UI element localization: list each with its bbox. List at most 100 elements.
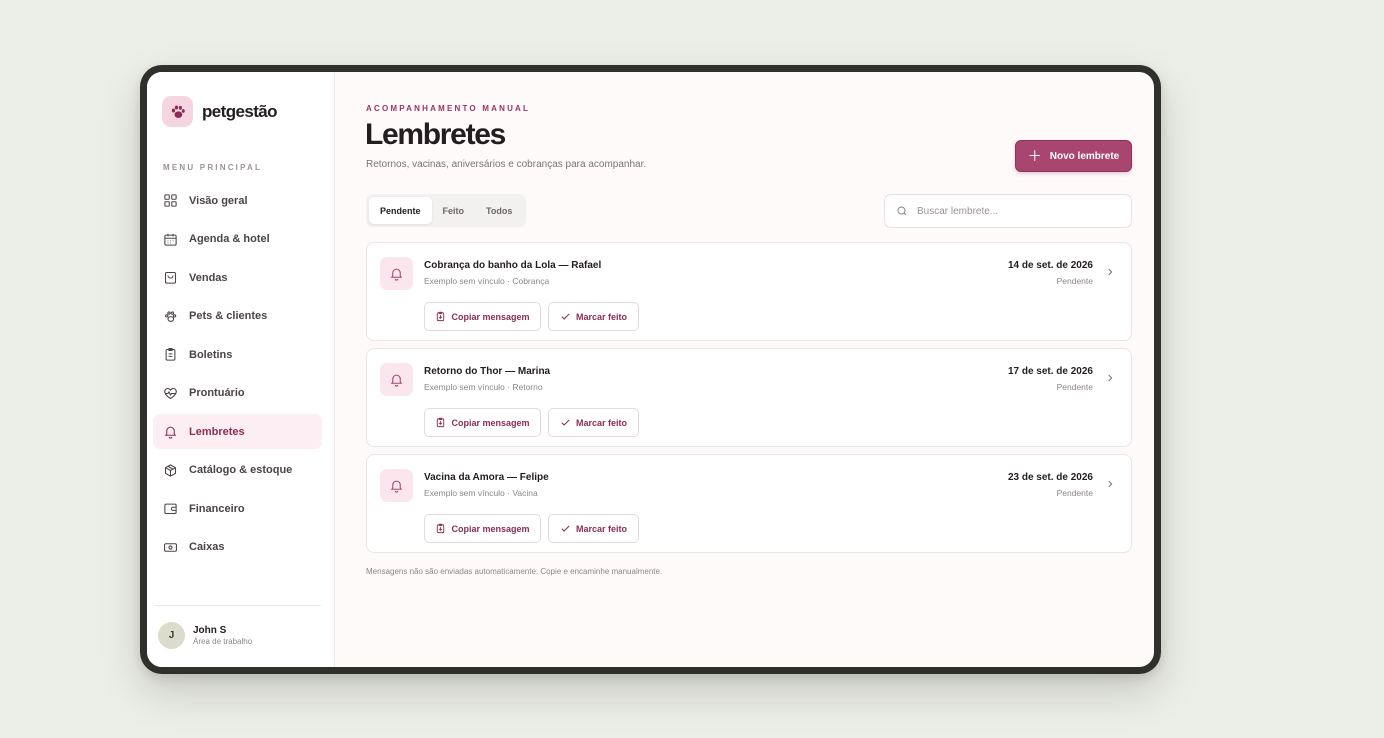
bell-icon	[380, 257, 413, 290]
chevron-right-icon[interactable]	[1105, 267, 1115, 277]
copy-message-button[interactable]: Copiar mensagem	[424, 302, 541, 331]
sidebar-item-label: Caixas	[189, 541, 225, 553]
calendar-icon	[164, 233, 177, 246]
reminder-card[interactable]: Retorno do Thor — Marina Exemplo sem vín…	[366, 348, 1132, 447]
reminder-date: 14 de set. de 2026	[1007, 260, 1093, 271]
package-icon	[164, 463, 177, 477]
shopping-bag-icon	[164, 271, 177, 284]
copy-message-label: Copiar mensagem	[451, 523, 530, 534]
sidebar-item-financeiro[interactable]: Financeiro	[153, 491, 322, 526]
reminder-date: 17 de set. de 2026	[1007, 366, 1093, 377]
new-reminder-button[interactable]: ＋ Novo lembrete	[1015, 140, 1132, 172]
reminder-status: Pendente	[1056, 276, 1093, 286]
cash-icon	[164, 542, 177, 552]
main-nav: Visão geral Agenda & hotel Vendas Pets &…	[153, 183, 322, 568]
reminder-date: 23 de set. de 2026	[1007, 472, 1093, 483]
reminder-actions: Copiar mensagem Marcar feito	[424, 408, 646, 437]
menu-caption: MENU PRINCIPAL	[163, 163, 263, 172]
avatar: J	[158, 622, 185, 649]
grid-icon	[164, 194, 177, 207]
reminder-status: Pendente	[1056, 488, 1093, 498]
tablet-frame: petgestão MENU PRINCIPAL Visão geral Age…	[140, 65, 1161, 674]
reminder-meta: Exemplo sem vínculo · Retorno	[424, 382, 543, 392]
reminder-meta: Exemplo sem vínculo · Cobrança	[424, 276, 550, 286]
copy-message-label: Copiar mensagem	[451, 311, 530, 322]
tab-pendente[interactable]: Pendente	[369, 197, 432, 224]
page-eyebrow: ACOMPANHAMENTO MANUAL	[366, 104, 531, 113]
reminder-card[interactable]: Vacina da Amora — Felipe Exemplo sem vín…	[366, 454, 1132, 553]
sidebar-item-caixas[interactable]: Caixas	[153, 530, 322, 565]
sidebar-item-boletins[interactable]: Boletins	[153, 337, 322, 372]
bell-icon	[164, 426, 177, 439]
mark-done-label: Marcar feito	[575, 523, 628, 534]
reminder-meta: Exemplo sem vínculo · Vacina	[424, 488, 538, 498]
sidebar-item-label: Catálogo & estoque	[189, 464, 293, 476]
search-box[interactable]	[884, 194, 1132, 228]
user-profile[interactable]: J John S Área de trabalho	[158, 622, 252, 649]
check-icon	[561, 419, 570, 426]
search-icon	[897, 206, 907, 216]
sidebar-item-label: Vendas	[189, 271, 228, 284]
reminder-card[interactable]: Cobrança do banho da Lola — Rafael Exemp…	[366, 242, 1132, 341]
sidebar: petgestão MENU PRINCIPAL Visão geral Age…	[147, 72, 335, 667]
reminder-title: Vacina da Amora — Felipe	[424, 472, 549, 483]
paw-logo-icon	[162, 96, 193, 127]
reminder-list: Cobrança do banho da Lola — Rafael Exemp…	[366, 242, 1132, 560]
wallet-icon	[164, 503, 177, 515]
brand[interactable]: petgestão	[162, 96, 278, 127]
clipboard-copy-icon	[437, 523, 445, 534]
sidebar-item-label: Visão geral	[189, 194, 248, 207]
clipboard-copy-icon	[437, 311, 445, 322]
chevron-right-icon[interactable]	[1105, 373, 1115, 383]
mark-done-label: Marcar feito	[575, 417, 628, 428]
check-icon	[561, 525, 570, 532]
user-name: John S	[193, 625, 227, 636]
mark-done-label: Marcar feito	[575, 311, 628, 322]
reminder-title: Retorno do Thor — Marina	[424, 366, 551, 377]
sidebar-item-label: Lembretes	[189, 425, 245, 438]
copy-message-button[interactable]: Copiar mensagem	[424, 514, 541, 543]
footnote: Mensagens não são enviadas automaticamen…	[366, 567, 663, 576]
plus-icon: ＋	[1027, 148, 1042, 164]
reminder-actions: Copiar mensagem Marcar feito	[424, 514, 646, 543]
status-tabs: Pendente Feito Todos	[366, 194, 527, 227]
tab-feito[interactable]: Feito	[432, 197, 476, 224]
sidebar-item-vendas[interactable]: Vendas	[153, 260, 322, 295]
new-reminder-label: Novo lembrete	[1049, 150, 1120, 162]
main-content: ACOMPANHAMENTO MANUAL Lembretes Retornos…	[335, 72, 1154, 667]
tab-todos[interactable]: Todos	[475, 197, 523, 224]
paw-icon	[165, 310, 177, 322]
brand-name: petgestão	[202, 101, 278, 121]
page-title: Lembretes	[365, 118, 506, 151]
sidebar-item-label: Agenda & hotel	[189, 233, 270, 245]
app-screen: petgestão MENU PRINCIPAL Visão geral Age…	[147, 72, 1154, 667]
mark-done-button[interactable]: Marcar feito	[548, 408, 639, 437]
copy-message-button[interactable]: Copiar mensagem	[424, 408, 541, 437]
mark-done-button[interactable]: Marcar feito	[548, 302, 639, 331]
sidebar-item-label: Pets & clientes	[189, 310, 268, 322]
user-role: Área de trabalho	[193, 637, 253, 646]
page-subtitle: Retornos, vacinas, aniversários e cobran…	[366, 159, 647, 170]
heart-pulse-icon	[164, 387, 177, 399]
sidebar-item-catalogo-estoque[interactable]: Catálogo & estoque	[153, 453, 322, 488]
sidebar-item-pets-clientes[interactable]: Pets & clientes	[153, 299, 322, 334]
user-info: John S Área de trabalho	[193, 625, 252, 646]
sidebar-item-visao-geral[interactable]: Visão geral	[153, 183, 322, 218]
copy-message-label: Copiar mensagem	[451, 417, 530, 428]
bell-icon	[380, 469, 413, 502]
sidebar-item-label: Prontuário	[189, 387, 245, 399]
chevron-right-icon[interactable]	[1105, 479, 1115, 489]
check-icon	[561, 313, 570, 320]
sidebar-divider	[155, 605, 321, 606]
reminder-status: Pendente	[1056, 382, 1093, 392]
mark-done-button[interactable]: Marcar feito	[548, 514, 639, 543]
sidebar-item-label: Financeiro	[189, 502, 245, 515]
sidebar-item-prontuario[interactable]: Prontuário	[153, 376, 322, 411]
search-input[interactable]	[917, 205, 1117, 217]
clipboard-icon	[165, 348, 176, 361]
sidebar-item-agenda-hotel[interactable]: Agenda & hotel	[153, 222, 322, 257]
clipboard-copy-icon	[437, 417, 445, 428]
reminder-title: Cobrança do banho da Lola — Rafael	[424, 260, 602, 271]
sidebar-item-lembretes[interactable]: Lembretes	[153, 414, 322, 449]
reminder-actions: Copiar mensagem Marcar feito	[424, 302, 646, 331]
